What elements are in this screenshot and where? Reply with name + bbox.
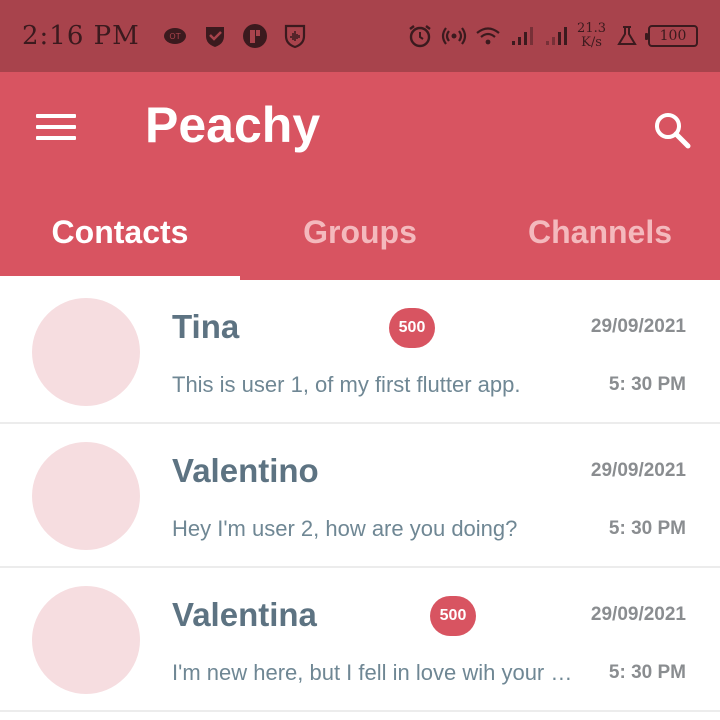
status-notification-icons: OT xyxy=(162,23,308,49)
tab-groups[interactable]: Groups xyxy=(240,202,480,280)
wifi-icon xyxy=(475,23,501,49)
status-bar: 2:16 PM OT 21.3 K/s 100 xyxy=(0,0,720,72)
contact-name: Valentina xyxy=(172,596,317,633)
contact-time: 5: 30 PM xyxy=(608,662,686,683)
contact-message: Hey I'm user 2, how are you doing? xyxy=(172,516,518,541)
app-bar: Peachy Contacts Groups Channels xyxy=(0,72,720,280)
tab-channels[interactable]: Channels xyxy=(480,202,720,280)
avatar[interactable] xyxy=(32,298,140,406)
unread-badge: 500 xyxy=(430,596,476,636)
contact-message: This is user 1, of my first flutter app. xyxy=(172,372,521,397)
signal-icon xyxy=(543,23,569,49)
data-saver-icon xyxy=(614,23,640,49)
avatar[interactable] xyxy=(32,442,140,550)
tab-contacts[interactable]: Contacts xyxy=(0,202,240,280)
hotspot-icon xyxy=(441,23,467,49)
unread-badge: 500 xyxy=(389,308,435,348)
contact-item-valentina[interactable]: Valentina 500 29/09/2021 I'm new here, b… xyxy=(0,568,720,712)
svg-text:OT: OT xyxy=(169,32,180,41)
tab-bar: Contacts Groups Channels xyxy=(0,202,720,280)
status-time: 2:16 PM xyxy=(22,21,140,51)
search-icon[interactable] xyxy=(650,108,694,152)
network-speed: 21.3 K/s xyxy=(577,22,606,50)
signal-icon xyxy=(509,23,535,49)
contact-item-tina[interactable]: Tina 500 29/09/2021 This is user 1, of m… xyxy=(0,280,720,424)
status-system-icons: 21.3 K/s 100 xyxy=(407,22,698,50)
shield-check-icon xyxy=(202,23,228,49)
contact-item-valentino[interactable]: Valentino 29/09/2021 Hey I'm user 2, how… xyxy=(0,424,720,568)
network-speed-unit: K/s xyxy=(581,35,602,50)
app-title: Peachy xyxy=(145,97,321,153)
contact-date: 29/09/2021 xyxy=(590,460,686,481)
alarm-icon xyxy=(407,23,433,49)
o2-icon: OT xyxy=(162,23,188,49)
battery-indicator: 100 xyxy=(645,25,698,47)
hamburger-menu-icon[interactable] xyxy=(36,114,76,144)
contact-name: Valentino xyxy=(172,452,319,489)
shield-audio-icon xyxy=(282,23,308,49)
contact-time: 5: 30 PM xyxy=(608,518,686,539)
contact-date: 29/09/2021 xyxy=(590,604,686,625)
app-p-icon xyxy=(242,23,268,49)
contact-name: Tina xyxy=(172,308,240,345)
contact-date: 29/09/2021 xyxy=(590,316,686,337)
contact-list: Tina 500 29/09/2021 This is user 1, of m… xyxy=(0,280,720,712)
network-speed-value: 21.3 xyxy=(577,21,606,36)
contact-message: I'm new here, but I fell in love wih you… xyxy=(172,660,582,685)
avatar[interactable] xyxy=(32,586,140,694)
contact-time: 5: 30 PM xyxy=(608,374,686,395)
